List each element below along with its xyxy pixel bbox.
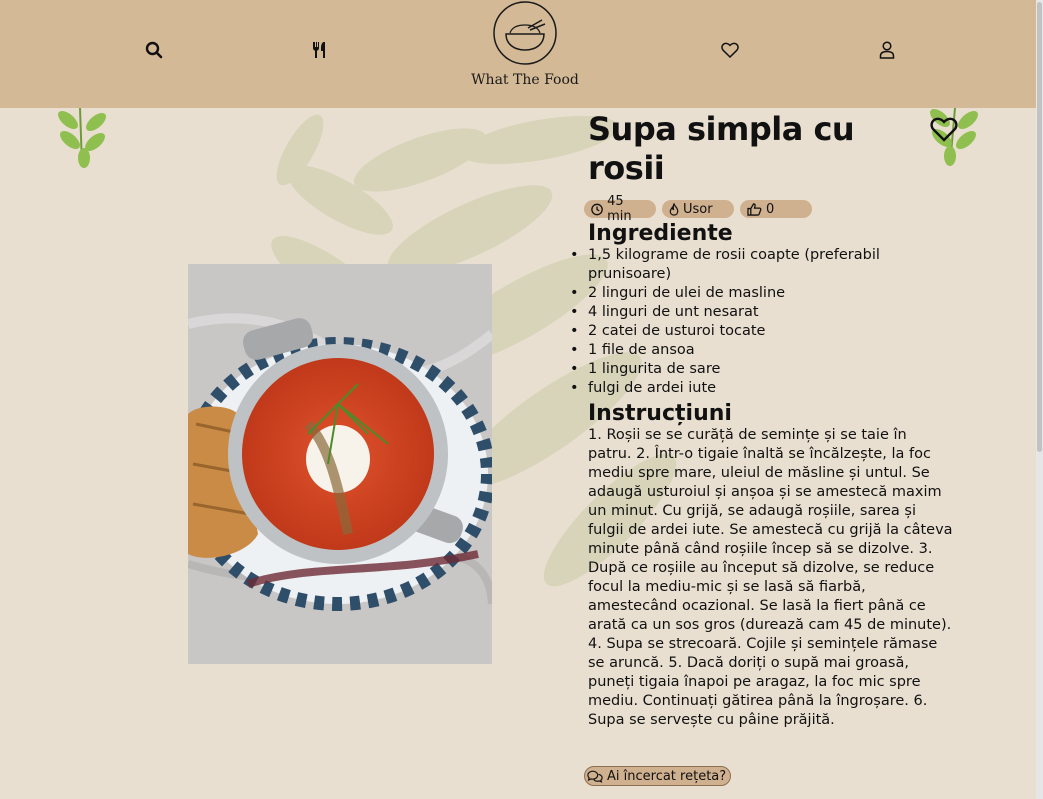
recipe-title: Supa simpla cu rosii xyxy=(588,110,855,187)
clock-icon xyxy=(591,203,603,215)
brand-name: What The Food xyxy=(471,72,579,88)
ingredients-heading: Ingrediente xyxy=(588,221,733,246)
comments-icon xyxy=(587,770,603,783)
ingredient-item: 1,5 kilograme de rosii coapte (preferabi… xyxy=(570,246,963,284)
ingredient-item: 4 linguri de unt nesarat xyxy=(570,303,963,322)
recipe-details: Supa simpla cu rosii 45 min Usor 0 Ingre… xyxy=(570,108,963,730)
like-button[interactable]: 0 xyxy=(740,200,812,218)
search-icon[interactable] xyxy=(142,38,166,62)
instructions-heading: Instrucțiuni xyxy=(588,401,732,426)
scrollbar-thumb[interactable] xyxy=(1037,2,1042,452)
tried-recipe-label: Ai încercat rețeta? xyxy=(607,768,727,784)
site-header: What The Food xyxy=(0,0,1036,108)
scrollbar[interactable] xyxy=(1036,0,1043,799)
ingredient-item: fulgi de ardei iute xyxy=(570,379,963,398)
difficulty-badge: Usor xyxy=(662,200,734,218)
likes-count: 0 xyxy=(766,201,775,217)
recipe-photo xyxy=(181,264,496,664)
brand-logo[interactable]: What The Food xyxy=(470,0,580,100)
ingredient-item: 1 file de ansoa xyxy=(570,341,963,360)
tried-recipe-button[interactable]: Ai încercat rețeta? xyxy=(584,766,732,786)
time-badge: 45 min xyxy=(584,194,656,224)
user-icon[interactable] xyxy=(875,38,899,62)
recipe-meta: 45 min Usor 0 xyxy=(584,194,963,224)
favorite-heart-icon[interactable] xyxy=(930,116,958,144)
ingredient-item: 2 linguri de ulei de masline xyxy=(570,284,963,303)
difficulty-value: Usor xyxy=(683,201,713,217)
instructions-text: 1. Roșii se se curăță de semințe și se t… xyxy=(588,427,953,728)
flame-icon xyxy=(669,202,679,216)
bowl-logo-icon xyxy=(493,1,557,65)
ingredient-item: 1 lingurita de sare xyxy=(570,360,963,379)
thumbs-up-icon xyxy=(747,202,762,216)
time-value: 45 min xyxy=(607,194,632,224)
ingredient-item: 2 catei de usturoi tocate xyxy=(570,322,963,341)
utensils-icon[interactable] xyxy=(307,38,331,62)
heart-icon[interactable] xyxy=(718,38,742,62)
ingredients-list: 1,5 kilograme de rosii coapte (preferabi… xyxy=(570,246,963,398)
